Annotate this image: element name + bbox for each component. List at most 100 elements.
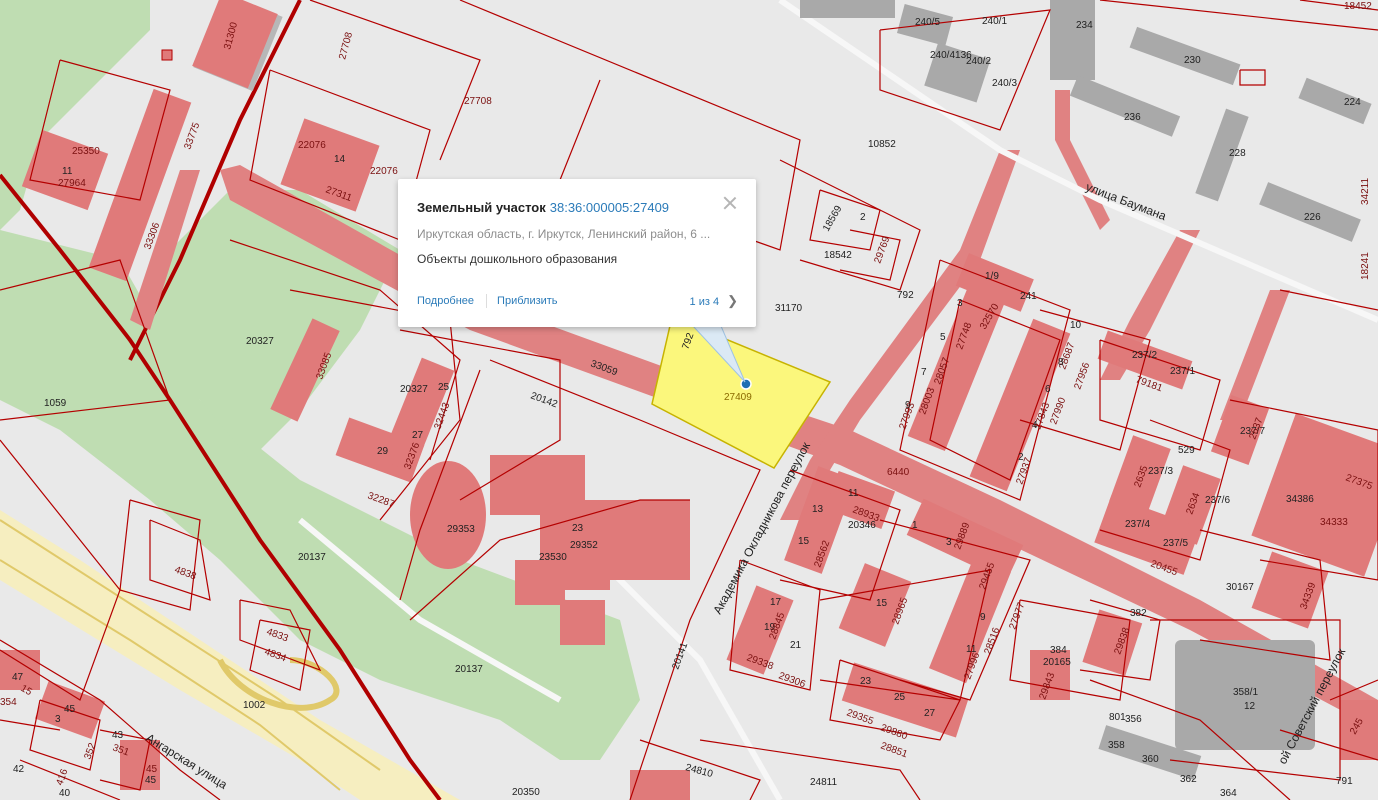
svg-text:34211: 34211 xyxy=(1360,177,1371,205)
svg-text:42: 42 xyxy=(13,764,25,775)
svg-text:791: 791 xyxy=(1336,776,1353,787)
svg-text:27708: 27708 xyxy=(464,96,492,107)
svg-text:29352: 29352 xyxy=(570,540,598,551)
svg-text:47: 47 xyxy=(12,672,24,683)
svg-text:4: 4 xyxy=(1032,420,1038,431)
popup-purpose: Объекты дошкольного образования xyxy=(417,252,618,266)
svg-text:356: 356 xyxy=(1125,714,1142,725)
svg-text:1/9: 1/9 xyxy=(985,271,999,282)
svg-text:11: 11 xyxy=(62,166,73,177)
svg-text:29: 29 xyxy=(377,446,389,457)
svg-text:23: 23 xyxy=(860,676,872,687)
svg-text:20327: 20327 xyxy=(246,336,274,347)
svg-text:20346: 20346 xyxy=(848,520,876,531)
svg-text:21: 21 xyxy=(790,640,802,651)
svg-text:801: 801 xyxy=(1109,712,1126,723)
svg-text:13: 13 xyxy=(812,504,824,515)
svg-text:18542: 18542 xyxy=(824,250,852,261)
svg-text:18452: 18452 xyxy=(1344,1,1372,12)
svg-text:22076: 22076 xyxy=(298,140,326,151)
svg-text:24811: 24811 xyxy=(810,777,838,788)
svg-text:237/2: 237/2 xyxy=(1132,350,1157,361)
svg-text:22076: 22076 xyxy=(370,166,398,177)
svg-text:14: 14 xyxy=(334,154,346,165)
svg-text:31170: 31170 xyxy=(775,303,803,314)
svg-text:354: 354 xyxy=(0,697,17,708)
svg-text:15: 15 xyxy=(798,536,810,547)
svg-text:237/3: 237/3 xyxy=(1148,466,1173,477)
pager-count: 1 из 4 xyxy=(689,296,720,308)
svg-text:1: 1 xyxy=(912,520,918,531)
svg-text:226: 226 xyxy=(1304,212,1321,223)
svg-text:34386: 34386 xyxy=(1286,494,1314,505)
svg-text:20165: 20165 xyxy=(1043,657,1071,668)
svg-text:17: 17 xyxy=(770,597,782,608)
parcel-info-popup: Земельный участок 38:36:000005:27409 Ирку… xyxy=(398,179,756,327)
svg-text:10852: 10852 xyxy=(868,139,896,150)
svg-text:237/6: 237/6 xyxy=(1205,495,1230,506)
svg-text:228: 228 xyxy=(1229,148,1246,159)
svg-text:240/1: 240/1 xyxy=(982,16,1007,27)
svg-text:3: 3 xyxy=(957,298,963,309)
zoom-in-link[interactable]: Приблизить xyxy=(497,295,558,307)
svg-text:3: 3 xyxy=(55,714,61,725)
svg-text:362: 362 xyxy=(1180,774,1197,785)
svg-text:27: 27 xyxy=(412,430,424,441)
result-pager: 1 из 4 ❯ xyxy=(690,293,738,310)
svg-text:2: 2 xyxy=(860,212,866,223)
svg-text:1059: 1059 xyxy=(44,398,67,409)
popup-title-row: Земельный участок 38:36:000005:27409 xyxy=(417,199,738,217)
next-result-icon[interactable]: ❯ xyxy=(727,293,738,308)
svg-text:29353: 29353 xyxy=(447,524,475,535)
svg-text:6440: 6440 xyxy=(887,467,910,478)
svg-text:30167: 30167 xyxy=(1226,582,1254,593)
svg-text:240/2: 240/2 xyxy=(966,56,991,67)
svg-text:364: 364 xyxy=(1220,788,1237,799)
details-link[interactable]: Подробнее xyxy=(417,295,474,307)
svg-text:20137: 20137 xyxy=(455,664,483,675)
map-canvas[interactable]: 27409 улица Баумана Академика Окладников… xyxy=(0,0,1378,800)
actions-divider xyxy=(486,294,488,309)
svg-text:384: 384 xyxy=(1050,645,1067,656)
svg-text:34333: 34333 xyxy=(1320,517,1348,528)
svg-text:7: 7 xyxy=(921,367,927,378)
svg-text:240/3: 240/3 xyxy=(992,78,1017,89)
svg-text:23530: 23530 xyxy=(539,552,567,563)
svg-text:234: 234 xyxy=(1076,20,1093,31)
svg-text:45: 45 xyxy=(145,775,157,786)
svg-text:6: 6 xyxy=(1045,384,1051,395)
svg-text:27964: 27964 xyxy=(58,178,86,189)
svg-text:27: 27 xyxy=(924,708,936,719)
svg-text:9: 9 xyxy=(980,612,986,623)
svg-text:5: 5 xyxy=(940,332,946,343)
cadastral-number-link[interactable]: 38:36:000005:27409 xyxy=(550,200,669,215)
svg-text:360: 360 xyxy=(1142,754,1159,765)
svg-text:45: 45 xyxy=(64,704,76,715)
svg-text:358/1: 358/1 xyxy=(1233,687,1258,698)
svg-text:15: 15 xyxy=(876,598,888,609)
svg-text:10: 10 xyxy=(1070,320,1082,331)
svg-text:43: 43 xyxy=(112,730,124,741)
svg-text:11: 11 xyxy=(966,644,977,655)
svg-text:20327: 20327 xyxy=(400,384,428,395)
svg-text:25: 25 xyxy=(438,382,450,393)
svg-text:792: 792 xyxy=(897,290,914,301)
svg-text:236: 236 xyxy=(1124,112,1141,123)
svg-text:18241: 18241 xyxy=(1360,252,1371,280)
svg-text:240/5: 240/5 xyxy=(915,17,940,28)
svg-text:237/1: 237/1 xyxy=(1170,366,1195,377)
svg-text:237/4: 237/4 xyxy=(1125,519,1150,530)
svg-text:241: 241 xyxy=(1020,291,1037,302)
svg-text:8: 8 xyxy=(1058,357,1064,368)
svg-text:20350: 20350 xyxy=(512,787,540,798)
svg-text:1002: 1002 xyxy=(243,700,266,711)
svg-text:12: 12 xyxy=(1244,701,1256,712)
popup-pointer xyxy=(692,326,746,383)
close-icon[interactable] xyxy=(722,195,738,211)
svg-text:11: 11 xyxy=(848,488,859,499)
svg-text:529: 529 xyxy=(1178,445,1195,456)
svg-text:382: 382 xyxy=(1130,608,1147,619)
svg-text:358: 358 xyxy=(1108,740,1125,751)
svg-text:25: 25 xyxy=(894,692,906,703)
selected-parcel-label: 27409 xyxy=(724,392,752,403)
